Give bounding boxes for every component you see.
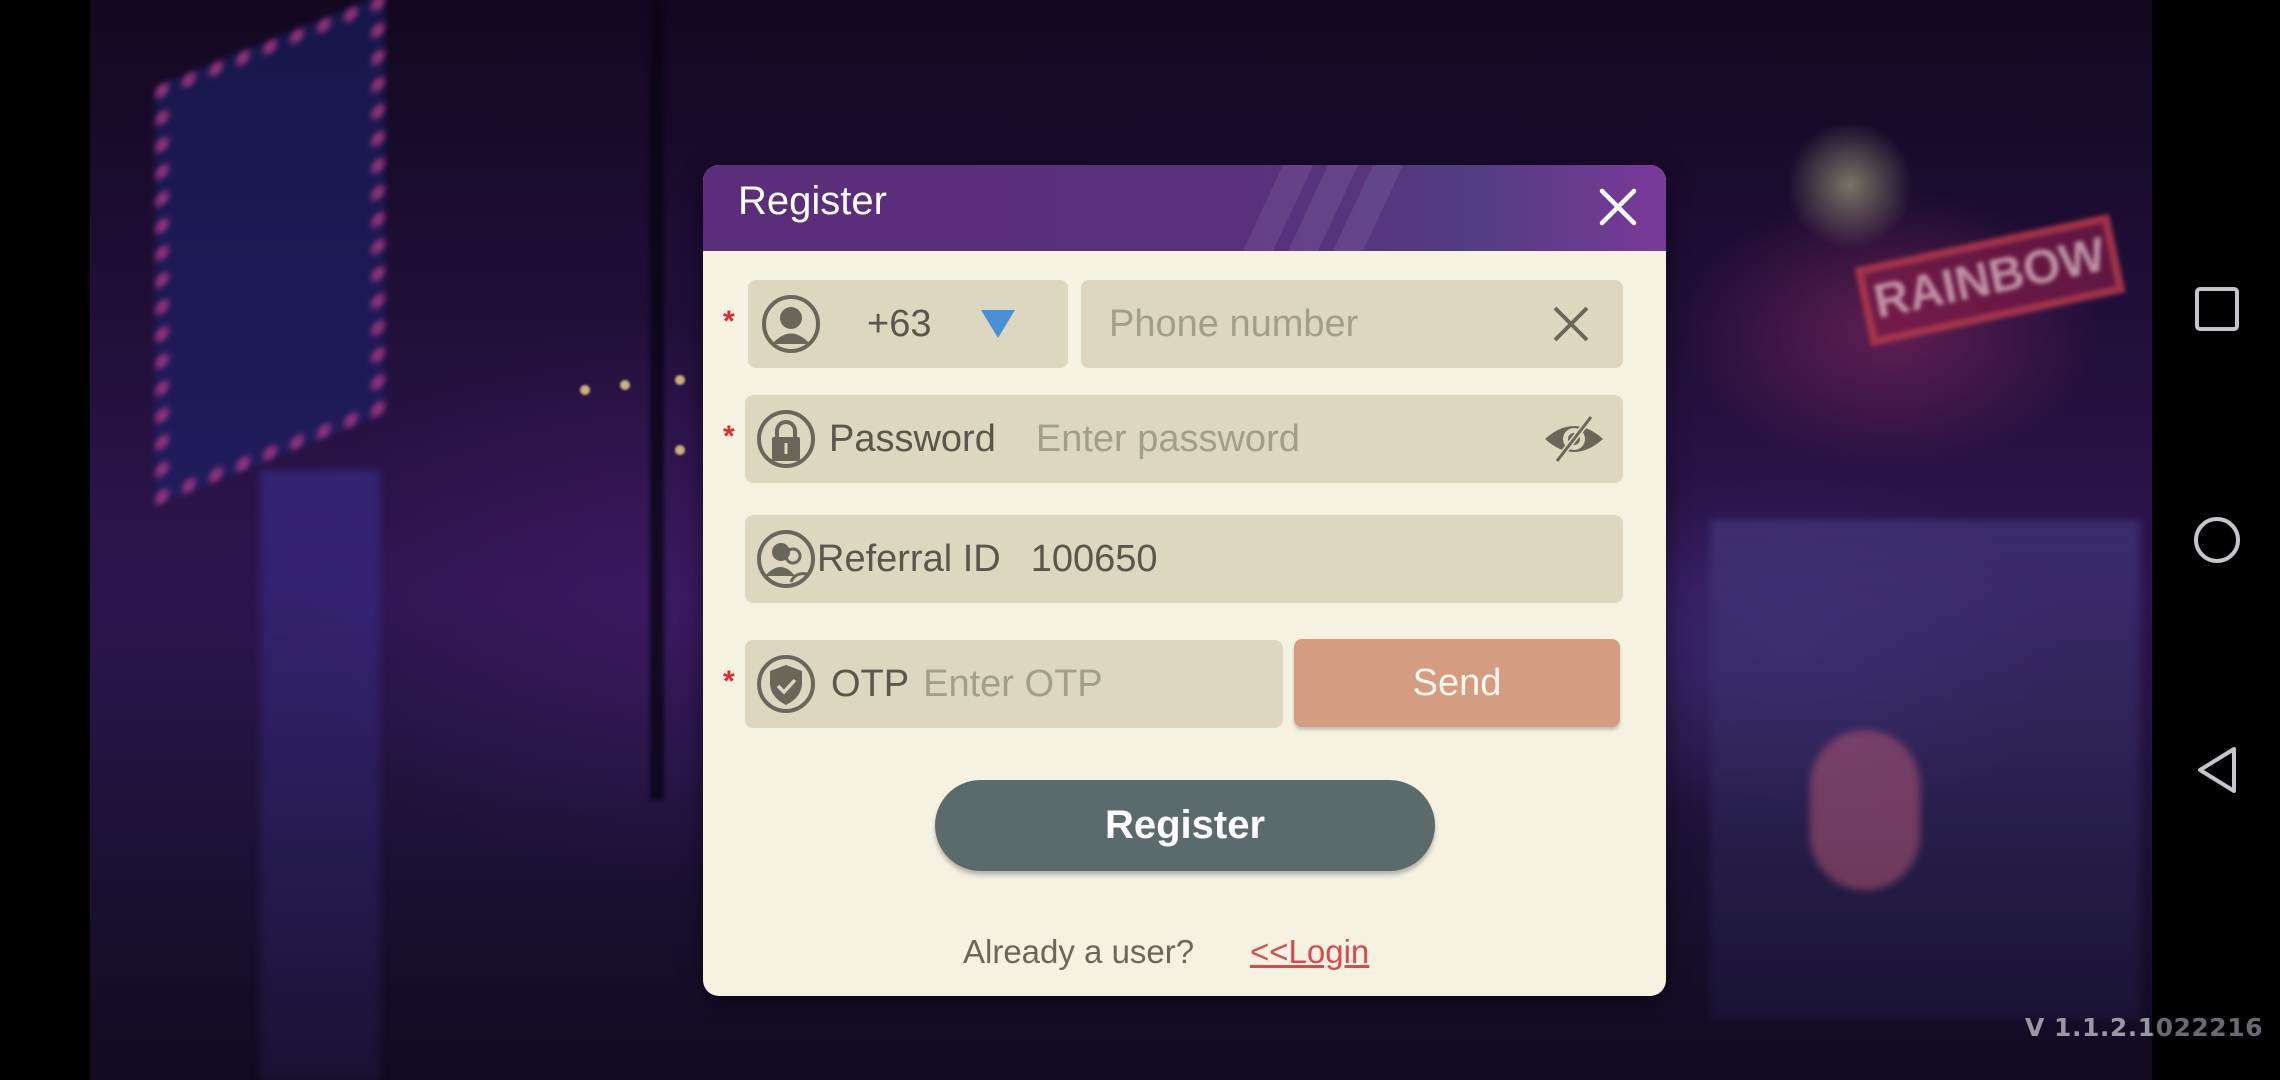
diner-window	[1810, 730, 1920, 890]
otp-label: OTP	[831, 662, 910, 705]
close-icon	[1599, 188, 1637, 226]
phone-number-placeholder: Phone number	[1109, 302, 1359, 345]
circle-icon	[2194, 517, 2240, 563]
palm-tree	[650, 0, 664, 800]
light-dot	[580, 385, 590, 395]
light-dot	[675, 375, 685, 385]
left-black-bar	[0, 0, 90, 1080]
diner-building	[1710, 520, 2140, 1020]
password-placeholder: Enter password	[1035, 417, 1300, 460]
lock-icon	[755, 408, 817, 470]
otp-placeholder: Enter OTP	[923, 662, 1103, 705]
dialog-header: Register	[703, 165, 1666, 251]
required-mark: *	[723, 420, 735, 453]
back-button[interactable]	[2192, 745, 2242, 795]
phone-number-input[interactable]: Phone number	[1081, 280, 1623, 368]
sign-post	[260, 470, 380, 1080]
light-dot	[620, 380, 630, 390]
required-mark: *	[723, 665, 735, 698]
recents-button[interactable]	[2192, 284, 2242, 334]
home-button[interactable]	[2192, 515, 2242, 565]
close-button[interactable]	[1590, 179, 1646, 235]
users-icon	[755, 528, 817, 590]
required-mark: *	[723, 305, 735, 338]
rainbow-sign: RAINBOW	[1854, 213, 2126, 347]
user-icon	[760, 293, 822, 355]
referral-id-label: Referral ID	[817, 537, 1001, 580]
clear-icon[interactable]	[1549, 302, 1593, 346]
register-button[interactable]: Register	[935, 780, 1435, 871]
dropdown-arrow-icon	[981, 310, 1016, 338]
register-dialog: Register * +63 Phone number * Password E…	[703, 165, 1666, 996]
password-label: Password	[829, 417, 996, 460]
dialog-title: Register	[738, 179, 887, 223]
triangle-back-icon	[2198, 747, 2236, 793]
system-navigation-bar	[2152, 0, 2280, 1080]
eye-slash-icon[interactable]	[1543, 413, 1605, 465]
neon-sign-left	[155, 0, 385, 507]
send-otp-button[interactable]: Send	[1294, 639, 1620, 727]
otp-input[interactable]: OTP Enter OTP	[745, 640, 1283, 728]
login-link[interactable]: <<Login	[1250, 933, 1369, 971]
already-user-text: Already a user?	[963, 933, 1195, 970]
country-code-value: +63	[867, 302, 932, 345]
referral-id-value: 100650	[1030, 537, 1158, 580]
password-input[interactable]: Password Enter password	[745, 395, 1623, 483]
square-icon	[2195, 287, 2239, 331]
shield-check-icon	[755, 653, 817, 715]
referral-id-input[interactable]: Referral ID 100650	[745, 515, 1623, 603]
light-dot	[675, 445, 685, 455]
country-code-select[interactable]: +63	[748, 280, 1068, 368]
